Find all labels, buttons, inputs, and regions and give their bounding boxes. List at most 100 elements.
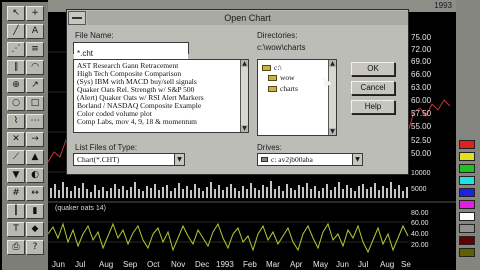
color-swatch-dark-yellow[interactable] [459,248,475,257]
directory-list-scrollbar[interactable]: ▲ ▼ [328,60,336,135]
drives-label: Drives: [257,143,282,152]
month-label: Sep [123,260,138,269]
dir-item-wow[interactable]: wow [268,73,295,82]
file-name-input[interactable] [74,48,188,59]
gann-fan-tool-icon[interactable]: ⋰ [7,42,25,57]
color-swatch-cyan[interactable] [459,176,475,185]
dir-item-charts[interactable]: charts [268,84,298,93]
month-label: Dec [195,260,210,269]
osc-tick: 20.00 [411,242,429,249]
volume-bars [50,181,408,198]
color-swatch-yellow[interactable] [459,152,475,161]
ok-button[interactable]: OK [351,62,395,76]
arrow-tool-icon[interactable]: ↗ [26,78,44,93]
price-tick: 52.50 [411,136,432,145]
month-label: Se [401,260,411,269]
file-name-label: File Name: [75,31,114,40]
file-list[interactable]: AST Research Gann Retracement High Tech … [73,59,249,133]
month-label: Mar [266,260,280,269]
marker-tool-icon[interactable]: ◆ [26,222,44,237]
color-swatch-gray[interactable] [459,224,475,233]
regression-tool-icon[interactable]: ⟋ [7,150,25,165]
system-menu-box[interactable] [68,11,86,25]
sell-signal-tool-icon[interactable]: ▼ [7,168,25,183]
ray-tool-icon[interactable]: → [26,132,44,147]
month-label: May [313,260,329,269]
color-swatch-magenta[interactable] [459,200,475,209]
month-label: Nov [171,260,186,269]
list-item[interactable]: Comp Labs, mov 4, 9, 18 & momentum [74,118,248,126]
color-swatch-red[interactable] [459,140,475,149]
file-list-scrollbar[interactable]: ▲ ▼ [240,60,248,132]
osc-tick: 40.00 [411,231,429,238]
rectangle-tool-icon[interactable]: □ [26,96,44,111]
tone-tool-icon[interactable]: ◐ [26,168,44,183]
help-tool-icon[interactable]: ? [26,240,44,255]
osc-tick: 80.00 [411,210,429,217]
crosshair-tool-icon[interactable]: + [26,6,44,21]
price-tick: 50.00 [411,149,432,158]
scroll-down-icon[interactable]: ▼ [241,125,248,132]
buy-signal-tool-icon[interactable]: ▲ [26,150,44,165]
scroll-down-icon[interactable]: ▼ [329,128,336,135]
erase-tool-icon[interactable]: ✕ [7,132,25,147]
open-chart-dialog: Open Chart File Name: AST Research Gann … [66,9,409,175]
color-swatch-dark-red[interactable] [459,236,475,245]
color-swatch-white[interactable] [459,212,475,221]
scroll-up-icon[interactable]: ▲ [329,60,336,67]
directory-list[interactable]: c:\ wow charts ▲ ▼ [257,59,337,136]
ellipse-tool-icon[interactable]: ○ [7,96,25,111]
price-tick: 63.00 [411,83,432,92]
cancel-button[interactable]: Cancel [351,81,395,95]
color-swatch-blue[interactable] [459,188,475,197]
line-tool-icon[interactable]: ╱ [7,24,25,39]
dialog-titlebar[interactable]: Open Chart [87,11,408,25]
month-label: Jun [336,260,349,269]
channel-tool-icon[interactable]: ∥ [7,60,25,75]
scroll-up-icon[interactable]: ▲ [241,60,248,67]
drive-select[interactable]: c: av2jb00aba ▼ [257,153,363,166]
hard-drive-icon [261,157,268,162]
month-label: Jul [75,260,86,269]
dir-item-label: c:\ [274,63,282,72]
file-type-label: List Files of Type: [75,143,138,152]
arc-tool-icon[interactable]: ◠ [26,60,44,75]
volume-tick: 10000 [411,170,431,177]
speed-line-tool-icon[interactable]: ⋯ [26,114,44,129]
month-label: Oct [147,260,160,269]
dropdown-arrow-icon[interactable]: ▼ [174,154,184,165]
price-tick: 69.00 [411,57,432,66]
zoom-tool-icon[interactable]: ⊕ [7,78,25,93]
dropdown-arrow-icon[interactable]: ▼ [352,154,362,165]
file-name-field[interactable] [73,42,189,59]
help-button[interactable]: Help [351,100,395,114]
price-tick: 72.00 [411,45,432,54]
dir-item-label: wow [280,73,295,82]
scroll-tool-icon[interactable]: ↔ [26,186,44,201]
color-palette [456,0,480,270]
month-label: Feb [243,260,257,269]
open-folder-icon [268,86,277,92]
pointer-tool-icon[interactable]: ↖ [7,6,25,21]
print-tool-icon[interactable]: ⎙ [7,240,25,255]
open-folder-icon [262,65,271,71]
text-tool-icon[interactable]: A [26,24,44,39]
month-label: Jun [52,260,65,269]
price-tick: 55.00 [411,122,432,131]
file-type-select[interactable]: Chart(*.CHT) ▼ [73,153,185,166]
volume-tick: 5000 [411,186,427,193]
fibonacci-tool-icon[interactable]: ≡ [26,42,44,57]
color-swatch-green[interactable] [459,164,475,173]
dir-item-root[interactable]: c:\ [262,63,282,72]
candle-tool-icon[interactable]: ▮ [26,204,44,219]
label-tool-icon[interactable]: T [7,222,25,237]
month-label: Aug [99,260,114,269]
drive-value: c: av2jb00aba [271,155,313,164]
bar-tool-icon[interactable]: ┃ [7,204,25,219]
grid-tool-icon[interactable]: # [7,186,25,201]
cycle-tool-icon[interactable]: ⌇ [7,114,25,129]
month-label: Aug [380,260,395,269]
drawing-toolbar: ↖ + ╱ A ⋰ ≡ ∥ ◠ ⊕ ↗ ○ □ ⌇ ⋯ ✕ → ⟋ ▲ ▼ ◐ … [2,2,48,270]
dialog-title: Open Chart [224,13,271,23]
chart-window-title: 1993 [434,1,452,10]
